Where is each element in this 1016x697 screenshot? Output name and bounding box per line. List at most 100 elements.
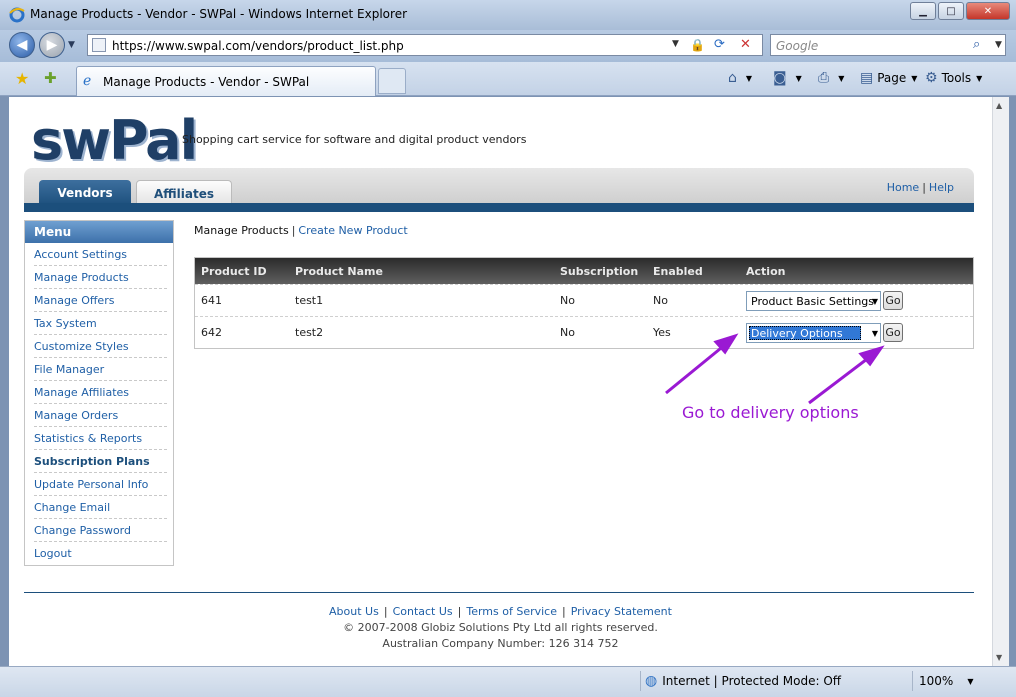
go-button[interactable]: Go: [883, 323, 903, 342]
copyright: © 2007-2008 Globiz Solutions Pty Ltd all…: [343, 621, 658, 634]
column-header-action: Action: [746, 265, 786, 278]
sidebar-item-tax-system[interactable]: Tax System: [34, 312, 167, 335]
product-id: 641: [201, 294, 222, 307]
column-header-product-id: Product ID: [201, 265, 267, 278]
search-input[interactable]: Google ⌕ ▼: [770, 34, 1006, 56]
company-number: Australian Company Number: 126 314 752: [382, 637, 619, 650]
annotation-label: Go to delivery options: [682, 403, 859, 422]
table-header: Product ID Product Name Subscription Ena…: [195, 258, 973, 284]
chevron-down-icon: ▼: [911, 73, 918, 83]
lock-icon[interactable]: 🔒: [690, 38, 705, 53]
arrow-to-go-button: [808, 354, 872, 405]
recent-pages-dropdown-icon[interactable]: ▼: [68, 40, 75, 50]
sidebar-item-change-password[interactable]: Change Password: [34, 519, 167, 542]
sidebar-item-subscription-plans[interactable]: Subscription Plans: [34, 450, 167, 473]
create-new-product-link[interactable]: Create New Product: [298, 224, 407, 237]
search-options-dropdown-icon[interactable]: ▼: [995, 40, 1002, 50]
swpal-logo[interactable]: swPal: [31, 109, 198, 172]
sidebar-item-file-manager[interactable]: File Manager: [34, 358, 167, 381]
printer-icon: ⎙: [818, 70, 830, 86]
site-tagline: Shopping cart service for software and d…: [182, 133, 527, 146]
terms-link[interactable]: Terms of Service: [466, 605, 557, 618]
home-command[interactable]: ⌂ ▼: [728, 70, 752, 86]
add-favorites-icon[interactable]: ✚: [44, 69, 57, 87]
favorites-star-icon[interactable]: ★: [15, 69, 29, 88]
chevron-down-icon: ▼: [871, 297, 878, 306]
chevron-down-icon: ▼: [976, 73, 983, 83]
sidebar-item-manage-products[interactable]: Manage Products: [34, 266, 167, 289]
sidebar-item-customize-styles[interactable]: Customize Styles: [34, 335, 167, 358]
address-toolbar: ◀ ▶ ▼ https://www.swpal.com/vendors/prod…: [0, 30, 1016, 62]
product-name: test1: [295, 294, 324, 307]
sidebar-item-change-email[interactable]: Change Email: [34, 496, 167, 519]
ie-page-icon: ℯ: [83, 73, 92, 89]
url-text[interactable]: https://www.swpal.com/vendors/product_li…: [112, 39, 404, 53]
menu-header: Menu: [25, 221, 173, 243]
page-menu[interactable]: ▤ Page ▼: [860, 70, 917, 86]
scroll-down-icon[interactable]: ▼: [996, 653, 1002, 662]
ie-logo-icon: [8, 6, 26, 24]
sidebar-item-account-settings[interactable]: Account Settings: [34, 243, 167, 266]
print-command[interactable]: ⎙ ▼: [818, 70, 844, 86]
vertical-scrollbar[interactable]: ▲ ▼: [992, 97, 1009, 666]
about-us-link[interactable]: About Us: [329, 605, 379, 618]
action-select-value: Product Basic Settings: [751, 295, 874, 308]
footer-links: About Us | Contact Us | Terms of Service | Pri…: [9, 605, 992, 618]
table-row: 641 test1 No No Product Basic Settings ▼…: [195, 284, 973, 316]
sidebar-item-manage-offers[interactable]: Manage Offers: [34, 289, 167, 312]
subscription-value: No: [560, 326, 575, 339]
breadcrumb-current: Manage Products: [194, 224, 289, 237]
main-navigation: Vendors Affiliates Home | Help: [24, 168, 974, 212]
chevron-down-icon: ▼: [967, 676, 974, 686]
back-button[interactable]: ◀: [9, 32, 35, 58]
action-select[interactable]: Product Basic Settings ▼: [746, 291, 881, 311]
chevron-down-icon: ▼: [871, 329, 878, 338]
close-window-button[interactable]: ✕: [966, 2, 1010, 20]
feeds-command[interactable]: ◙ ▼: [773, 70, 802, 86]
security-zone[interactable]: ◍ Internet | Protected Mode: Off: [640, 671, 902, 691]
column-header-enabled: Enabled: [653, 265, 703, 278]
arrow-right-icon: ▶: [46, 37, 58, 53]
zoom-control[interactable]: 100% ▼: [912, 671, 1002, 691]
sidebar-item-statistics-reports[interactable]: Statistics & Reports: [34, 427, 167, 450]
tab-label: Manage Products - Vendor - SWPal: [103, 75, 310, 89]
home-link[interactable]: Home: [887, 181, 919, 194]
window-frame-left: [0, 97, 9, 697]
rss-feed-icon: ◙: [773, 70, 787, 86]
column-header-subscription: Subscription: [560, 265, 639, 278]
search-icon[interactable]: ⌕: [973, 37, 980, 52]
tab-bar: ★ ✚ ℯ Manage Products - Vendor - SWPal ⌂…: [0, 62, 1016, 96]
status-bar: ◍ Internet | Protected Mode: Off 100% ▼: [0, 666, 1016, 697]
tools-menu[interactable]: ⚙ Tools ▼: [925, 70, 982, 86]
nav-underline: [24, 203, 974, 212]
address-bar[interactable]: https://www.swpal.com/vendors/product_li…: [87, 34, 763, 56]
separator: |: [922, 181, 926, 194]
contact-us-link[interactable]: Contact Us: [393, 605, 453, 618]
home-icon: ⌂: [728, 70, 737, 86]
new-tab-button[interactable]: [378, 68, 406, 94]
product-id: 642: [201, 326, 222, 339]
stop-icon[interactable]: ✕: [740, 37, 758, 54]
refresh-icon[interactable]: ⟳: [714, 37, 732, 54]
sidebar-item-manage-affiliates[interactable]: Manage Affiliates: [34, 381, 167, 404]
url-history-dropdown-icon[interactable]: ▼: [672, 39, 679, 49]
product-name: test2: [295, 326, 324, 339]
sidebar-item-update-personal-info[interactable]: Update Personal Info: [34, 473, 167, 496]
scroll-up-icon[interactable]: ▲: [996, 101, 1002, 110]
sidebar-item-logout[interactable]: Logout: [34, 542, 167, 565]
maximize-button[interactable]: □: [938, 2, 964, 20]
sidebar-item-manage-orders[interactable]: Manage Orders: [34, 404, 167, 427]
privacy-link[interactable]: Privacy Statement: [571, 605, 672, 618]
forward-button[interactable]: ▶: [39, 32, 65, 58]
column-header-product-name: Product Name: [295, 265, 383, 278]
page-menu-label: Page: [877, 71, 907, 85]
tab-manage-products[interactable]: ℯ Manage Products - Vendor - SWPal: [76, 66, 376, 96]
action-select[interactable]: Delivery Options ▼: [746, 323, 881, 343]
go-button[interactable]: Go: [883, 291, 903, 310]
help-link[interactable]: Help: [929, 181, 954, 194]
action-select-value: Delivery Options: [751, 327, 843, 340]
search-placeholder: Google: [776, 39, 819, 53]
minimize-button[interactable]: ▁: [910, 2, 936, 20]
separator: |: [562, 605, 566, 618]
zoom-level: 100%: [919, 674, 954, 688]
